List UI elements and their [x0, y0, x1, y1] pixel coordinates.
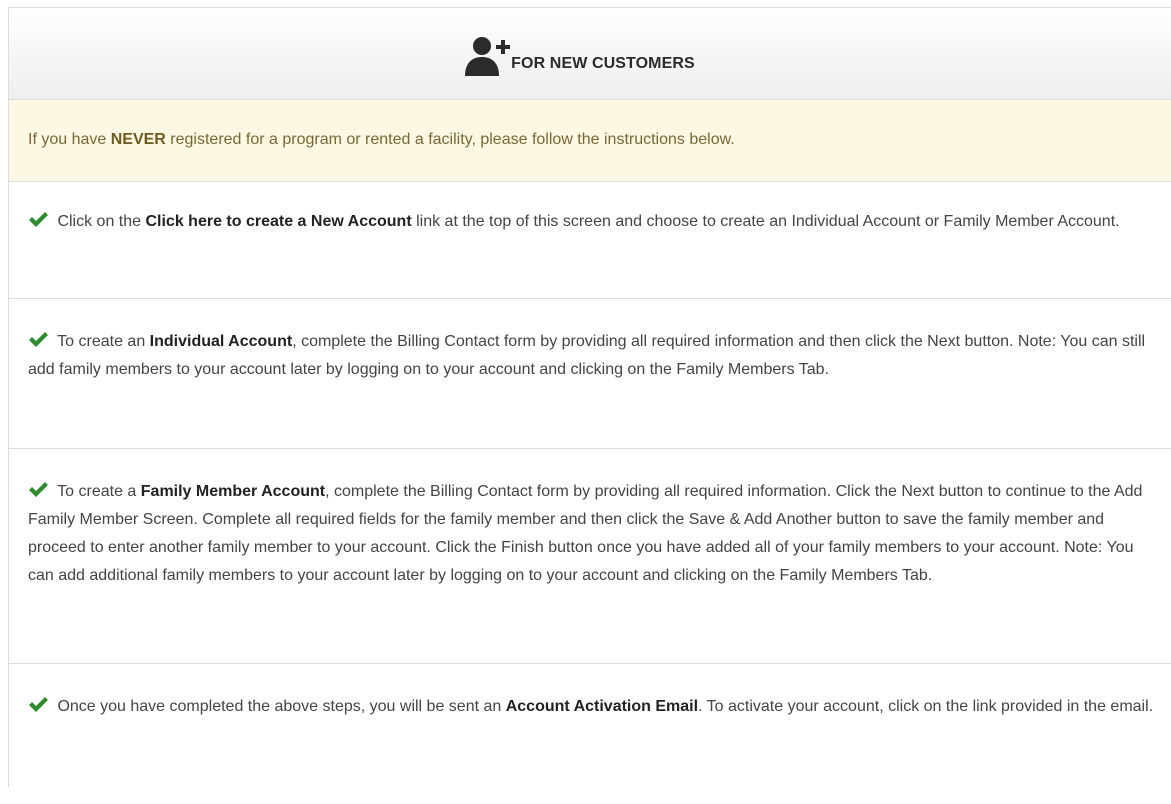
checkmark-icon [29, 332, 48, 347]
checkmark-icon [29, 482, 48, 497]
step-item: Click on the Click here to create a New … [9, 182, 1171, 299]
new-customers-panel: FOR NEW CUSTOMERS If you have NEVER regi… [8, 7, 1171, 787]
panel-title: FOR NEW CUSTOMERS [511, 54, 695, 72]
step-text-pre: Click on the [53, 213, 146, 230]
panel-header: FOR NEW CUSTOMERS [9, 8, 1171, 100]
header-inner: FOR NEW CUSTOMERS [463, 36, 695, 76]
step-text-bold: Click here to create a New Account [145, 213, 412, 230]
step-text-pre: Once you have completed the above steps,… [53, 698, 506, 715]
step-text-bold: Family Member Account [140, 483, 326, 500]
step-item: To create a Family Member Account, compl… [9, 449, 1171, 664]
notice-text-pre: If you have [28, 131, 111, 148]
step-text-bold: Account Activation Email [505, 698, 699, 715]
step-item: To create an Individual Account, complet… [9, 299, 1171, 449]
step-text-pre: To create a [53, 483, 141, 500]
step-text-bold: Individual Account [149, 333, 293, 350]
notice-text-bold: NEVER [110, 131, 166, 148]
step-item: Once you have completed the above steps,… [9, 664, 1171, 804]
step-text-post: link at the top of this screen and choos… [411, 213, 1120, 230]
step-text-post: . To activate your account, click on the… [698, 698, 1154, 715]
checkmark-icon [29, 697, 48, 712]
notice-text-post: registered for a program or rented a fac… [165, 131, 735, 148]
notice-banner: If you have NEVER registered for a progr… [9, 100, 1171, 182]
checkmark-icon [29, 212, 48, 227]
step-text-pre: To create an [53, 333, 150, 350]
user-plus-icon [465, 36, 511, 76]
